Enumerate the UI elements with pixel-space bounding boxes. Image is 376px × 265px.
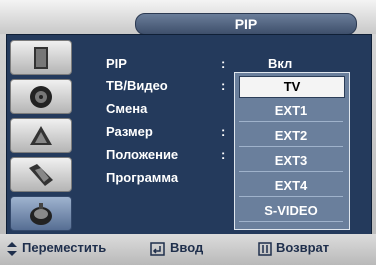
footer-back: Возврат <box>258 240 329 256</box>
footer-enter-label: Ввод <box>170 240 204 255</box>
dropdown-option-ext3[interactable]: EXT3 <box>239 151 343 172</box>
menu-colon: : <box>221 78 226 93</box>
sidebar-item-input[interactable] <box>10 196 72 231</box>
footer-back-label: Возврат <box>276 240 330 255</box>
menu-item-program[interactable]: Программа <box>106 170 178 185</box>
input-icon <box>30 203 52 225</box>
sidebar <box>6 34 74 234</box>
title-bar: PIP <box>0 0 376 35</box>
sidebar-item-sound[interactable] <box>10 79 72 114</box>
up-down-arrows-icon <box>7 241 17 256</box>
dropdown-option-ext1[interactable]: EXT1 <box>239 101 343 122</box>
menu-colon: : <box>221 124 226 139</box>
dropdown-option-tv[interactable]: TV <box>239 76 345 98</box>
menu-item-pip[interactable]: PIP <box>106 56 127 71</box>
footer-move: Переместить <box>6 240 106 256</box>
sidebar-item-setup[interactable] <box>10 157 72 192</box>
picture-icon <box>34 47 48 69</box>
dropdown-option-s-video[interactable]: S-VIDEO <box>239 201 343 222</box>
footer-enter: Ввод <box>150 240 203 256</box>
menu-item-tv-video[interactable]: ТВ/Видео <box>106 78 168 93</box>
dropdown-option-ext2[interactable]: EXT2 <box>239 126 343 147</box>
menu-colon: : <box>221 56 226 71</box>
channel-icon <box>30 126 52 145</box>
menu-item-swap[interactable]: Смена <box>106 101 147 116</box>
sidebar-item-channel[interactable] <box>10 118 72 153</box>
footer-move-label: Переместить <box>22 240 107 255</box>
menu-colon: : <box>221 147 226 162</box>
return-icon <box>258 241 272 256</box>
footer-hint-bar: Переместить Ввод Возврат <box>0 234 376 265</box>
menu-item-position[interactable]: Положение <box>106 147 178 162</box>
sidebar-item-picture[interactable] <box>10 40 72 75</box>
enter-icon <box>150 241 165 256</box>
tv-osd-screen: PIP PIP : Вкл ТВ/Видео: Смена Размер: … <box>0 0 376 265</box>
pip-value: Вкл <box>268 56 293 71</box>
menu-item-size[interactable]: Размер <box>106 124 153 139</box>
source-dropdown[interactable]: TV EXT1 EXT2 EXT3 EXT4 S-VIDEO <box>234 72 350 230</box>
dropdown-option-ext4[interactable]: EXT4 <box>239 176 343 197</box>
setup-icon <box>29 164 53 186</box>
menu-title: PIP <box>135 13 357 35</box>
sound-icon <box>30 86 52 108</box>
